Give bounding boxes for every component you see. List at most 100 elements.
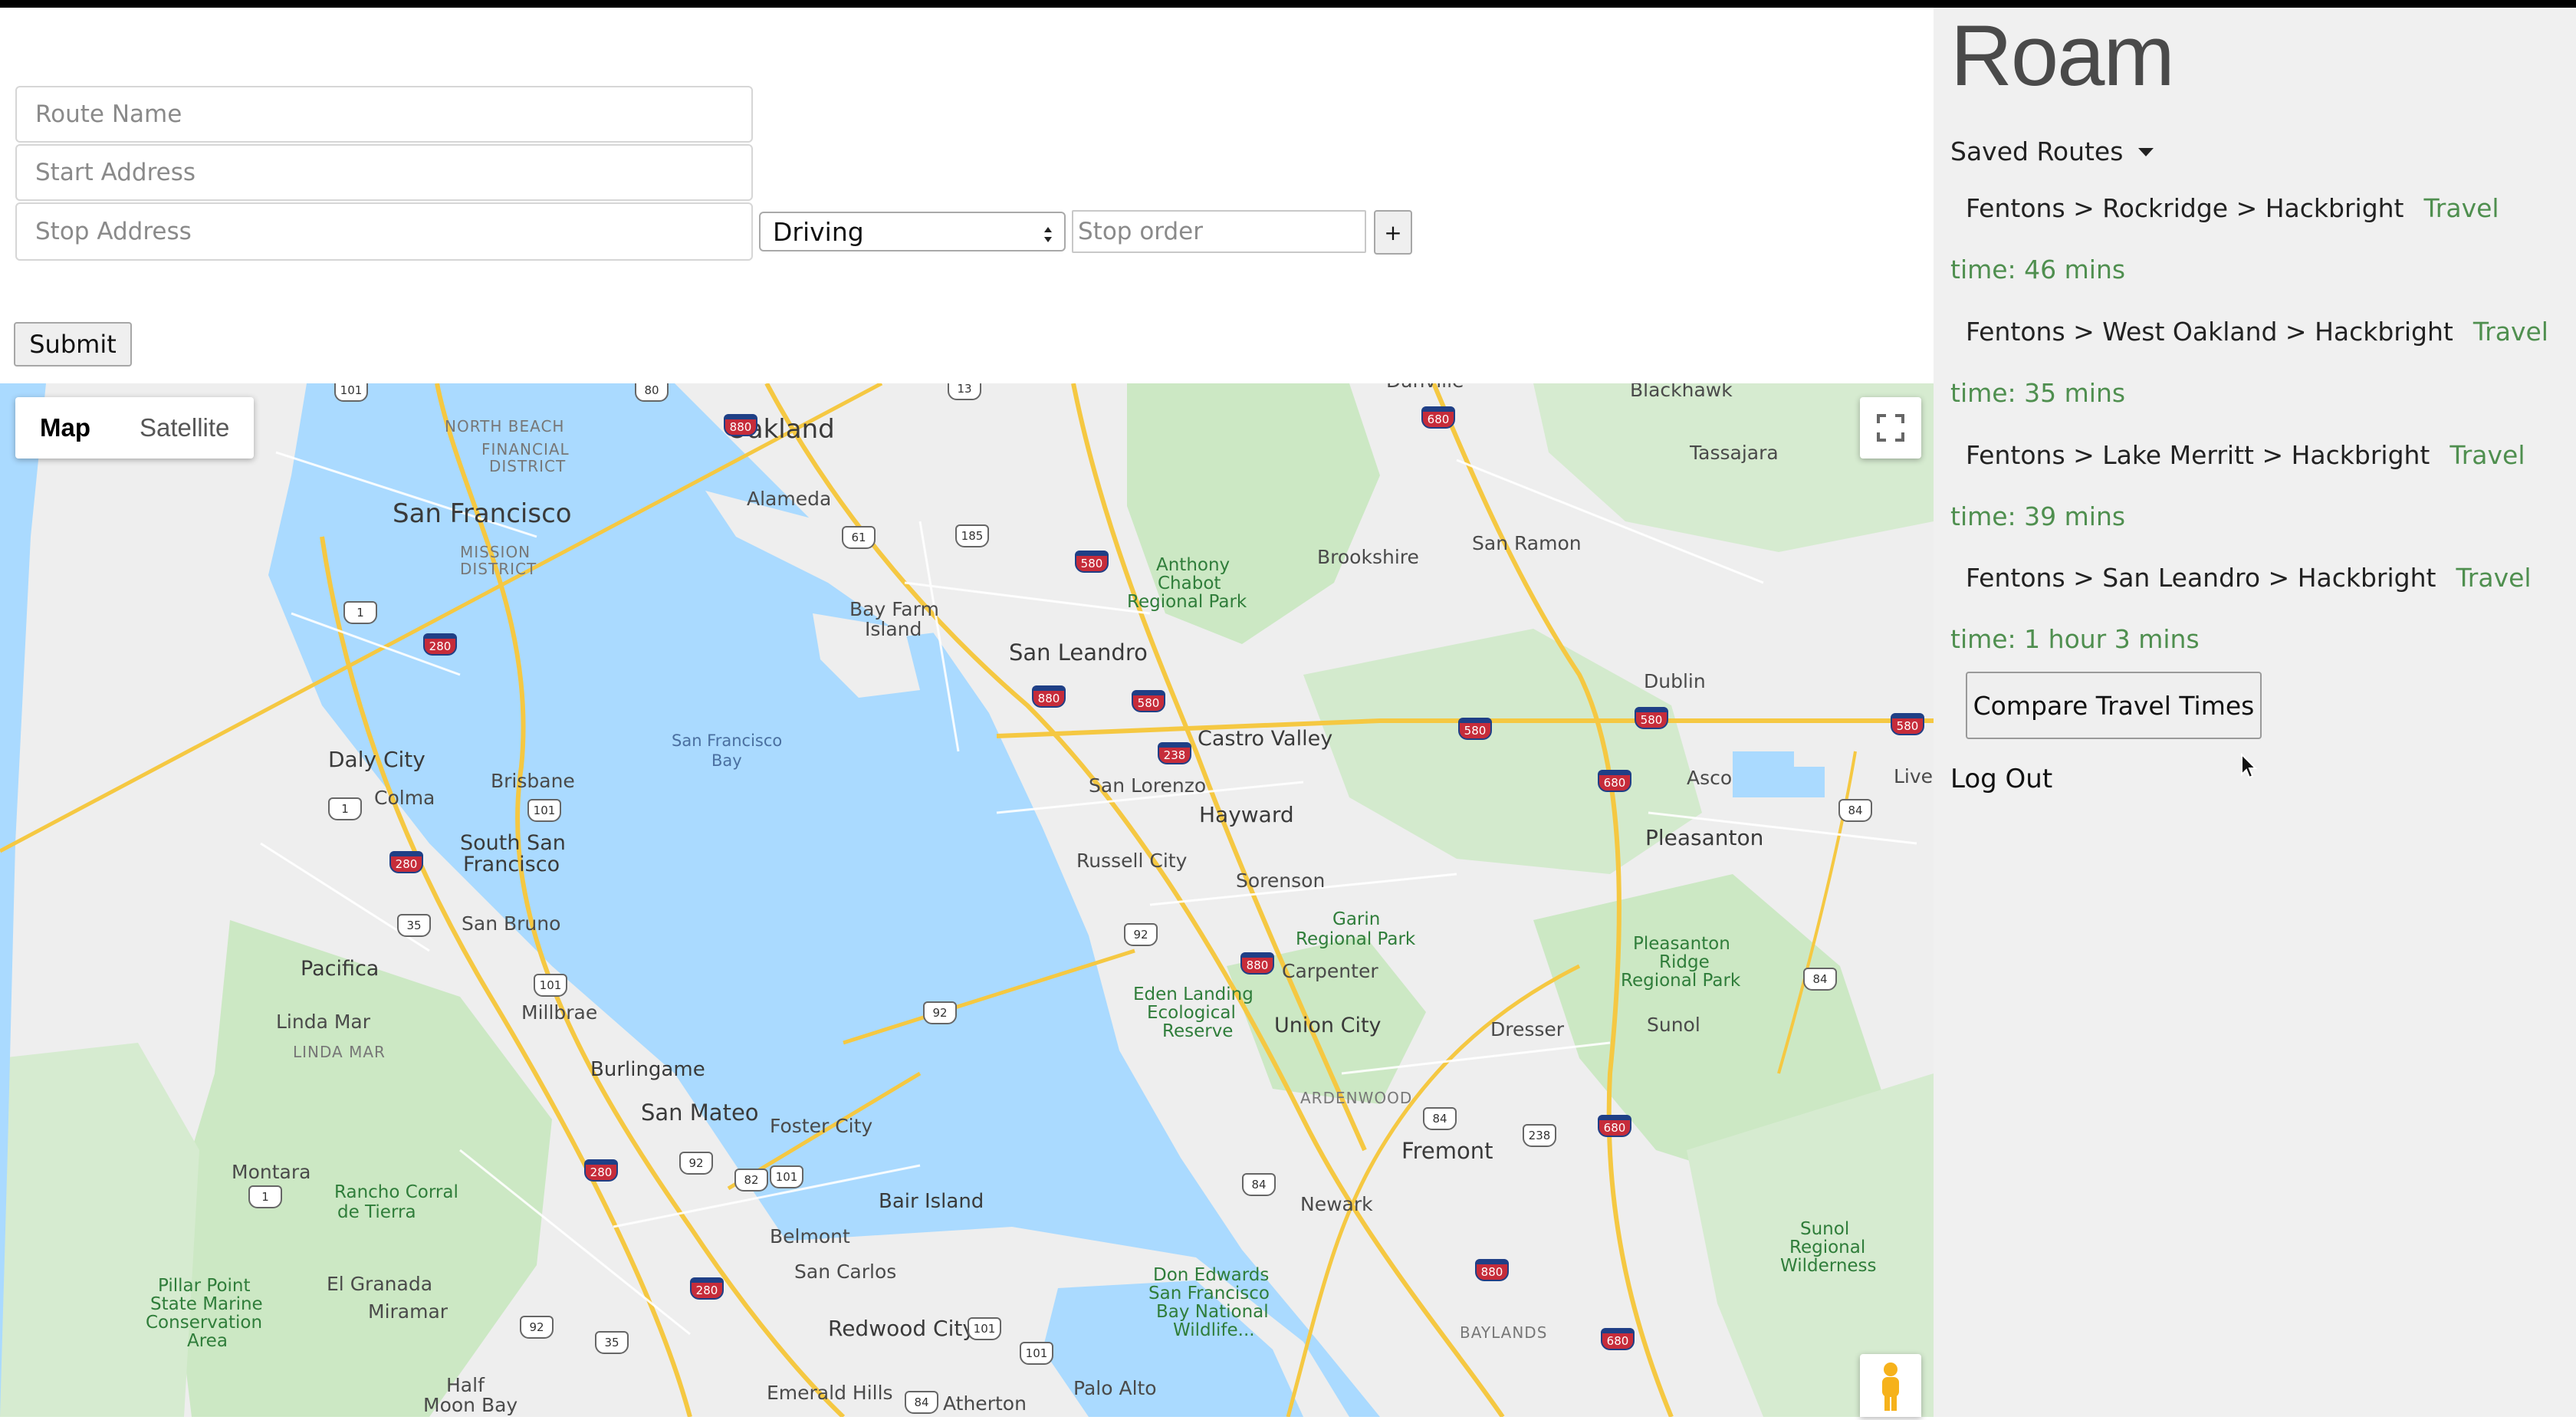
logout-link[interactable]: Log Out bbox=[1950, 764, 2052, 794]
pegman-icon bbox=[1882, 1362, 1899, 1411]
caret-down-icon bbox=[2138, 148, 2154, 156]
map-label-mission-district: DISTRICT bbox=[460, 560, 537, 578]
map-label-san-bruno: San Bruno bbox=[462, 912, 561, 935]
map-label-don-2: San Francisco bbox=[1148, 1284, 1270, 1303]
fullscreen-icon bbox=[1877, 414, 1904, 442]
map-label-eden-1: Eden Landing bbox=[1133, 984, 1254, 1004]
saved-route-item[interactable]: Fentons > San Leandro > Hackbright Travel… bbox=[1950, 547, 2564, 670]
map-label-financial: FINANCIAL bbox=[481, 440, 570, 459]
route-shield: 84 bbox=[1838, 799, 1872, 822]
map-label-sorenson: Sorenson bbox=[1236, 869, 1326, 892]
route-shield: 35 bbox=[595, 1331, 629, 1354]
saved-route-item[interactable]: Fentons > West Oakland > Hackbright Trave… bbox=[1950, 301, 2564, 424]
route-shield: 84 bbox=[1423, 1107, 1457, 1130]
saved-routes-dropdown[interactable]: Saved Routes bbox=[1950, 136, 2154, 166]
interstate-shield: 680 bbox=[1598, 1115, 1631, 1137]
route-shield: 101 bbox=[534, 974, 567, 997]
interstate-shield: 280 bbox=[690, 1277, 724, 1300]
map-label-chabot-park: Regional Park bbox=[1127, 592, 1247, 612]
stop-address-input[interactable] bbox=[15, 202, 753, 261]
map-label-foster-city: Foster City bbox=[770, 1115, 873, 1137]
route-shield: 13 bbox=[948, 383, 981, 400]
map-type-control: Map Satellite bbox=[15, 397, 255, 459]
street-view-button[interactable] bbox=[1860, 1354, 1921, 1417]
route-shield: 84 bbox=[1242, 1173, 1276, 1196]
start-address-input[interactable] bbox=[15, 144, 753, 201]
map-label-sunol-wild-3: Wilderness bbox=[1780, 1256, 1877, 1276]
route-shield: 84 bbox=[905, 1391, 938, 1414]
add-stop-button[interactable]: + bbox=[1374, 210, 1412, 255]
map-label-bay-farm: Bay Farm bbox=[849, 598, 939, 620]
route-shield: 92 bbox=[520, 1316, 554, 1339]
mouse-cursor-icon bbox=[2241, 753, 2258, 779]
map-type-map-button[interactable]: Map bbox=[15, 397, 115, 459]
map-label-don-3: Bay National bbox=[1156, 1302, 1269, 1322]
route-shield: 1 bbox=[248, 1185, 282, 1208]
route-name: Fentons > Lake Merritt > Hackbright bbox=[1966, 440, 2430, 470]
map-label-sunol: Sunol bbox=[1647, 1014, 1700, 1036]
compare-travel-times-button[interactable]: Compare Travel Times bbox=[1966, 672, 2262, 739]
map-label-millbrae: Millbrae bbox=[521, 1001, 598, 1024]
travel-mode-select[interactable]: Driving bbox=[759, 212, 1066, 251]
map-label-ardenwood: ARDENWOOD bbox=[1300, 1089, 1413, 1107]
map-label-tassajara: Tassajara bbox=[1690, 442, 1779, 464]
map-label-montara: Montara bbox=[232, 1161, 311, 1183]
map-label-pleasanton: Pleasanton bbox=[1645, 825, 1764, 850]
map-label-anthony: Anthony bbox=[1156, 555, 1230, 575]
map-label-chabot: Chabot bbox=[1158, 574, 1221, 593]
interstate-shield: 880 bbox=[724, 414, 757, 436]
map-label-pillar-4: Area bbox=[187, 1331, 228, 1351]
route-shield: 92 bbox=[1124, 923, 1158, 946]
travel-mode-value: Driving bbox=[773, 216, 864, 247]
map-label-burlingame: Burlingame bbox=[590, 1058, 705, 1081]
map-label-palo-alto: Palo Alto bbox=[1073, 1377, 1157, 1399]
map-label-district: DISTRICT bbox=[489, 457, 567, 475]
map-label-pleasanton-ridge-1: Pleasanton bbox=[1633, 934, 1730, 954]
route-shield: 101 bbox=[527, 799, 561, 822]
route-shield: 238 bbox=[1523, 1124, 1556, 1147]
map-label-livermore: Liver bbox=[1894, 765, 1934, 787]
interstate-shield: 280 bbox=[423, 633, 457, 656]
interstate-shield: 280 bbox=[584, 1159, 618, 1182]
map-label-pleasanton-ridge-2: Ridge bbox=[1659, 952, 1710, 972]
saved-route-item[interactable]: Fentons > Lake Merritt > Hackbright Trave… bbox=[1950, 425, 2564, 547]
interstate-shield: 280 bbox=[389, 851, 423, 873]
map-label-hayward: Hayward bbox=[1199, 802, 1294, 827]
interstate-shield: 580 bbox=[1635, 707, 1668, 729]
fullscreen-button[interactable] bbox=[1860, 397, 1921, 459]
route-shield: 92 bbox=[679, 1152, 713, 1175]
map-label-brisbane: Brisbane bbox=[491, 770, 575, 792]
map-label-alameda: Alameda bbox=[747, 488, 832, 510]
route-name-input[interactable] bbox=[15, 86, 753, 143]
submit-button[interactable]: Submit bbox=[14, 322, 132, 367]
interstate-shield: 580 bbox=[1458, 718, 1492, 740]
map-label-colma: Colma bbox=[374, 787, 435, 809]
map-view[interactable]: Oakland San Francisco Alameda NORTH BEAC… bbox=[0, 383, 1934, 1417]
map-label-rancho-2: de Tierra bbox=[337, 1202, 416, 1222]
map-label-san-francisco: San Francisco bbox=[393, 498, 572, 529]
saved-route-item[interactable]: Fentons > Rockridge > Hackbright Travel t… bbox=[1950, 178, 2564, 301]
map-label-miramar: Miramar bbox=[368, 1300, 449, 1323]
route-name: Fentons > West Oakland > Hackbright bbox=[1966, 317, 2453, 347]
map-label-dresser: Dresser bbox=[1490, 1018, 1565, 1040]
interstate-shield: 580 bbox=[1891, 713, 1924, 735]
route-shield: 35 bbox=[397, 914, 431, 937]
map-label-castro-valley: Castro Valley bbox=[1198, 727, 1333, 751]
map-label-bair-island: Bair Island bbox=[879, 1190, 984, 1213]
route-shield: 82 bbox=[734, 1169, 768, 1192]
map-label-belmont: Belmont bbox=[770, 1225, 850, 1247]
stop-order-input[interactable] bbox=[1072, 210, 1366, 253]
map-label-newark: Newark bbox=[1300, 1193, 1373, 1215]
map-label-baylands: BAYLANDS bbox=[1460, 1323, 1548, 1342]
map-type-satellite-button[interactable]: Satellite bbox=[115, 397, 254, 459]
map-label-san-leandro: San Leandro bbox=[1009, 639, 1148, 666]
map-label-pleasanton-ridge-3: Regional Park bbox=[1621, 971, 1741, 991]
map-label-sunol-wild-2: Regional bbox=[1789, 1238, 1866, 1257]
map-label-asco: Asco bbox=[1687, 767, 1733, 789]
map-label-sf-bay-2: Bay bbox=[711, 751, 742, 770]
route-shield: 101 bbox=[1020, 1342, 1053, 1365]
interstate-shield: 580 bbox=[1075, 551, 1109, 573]
interstate-shield: 880 bbox=[1032, 685, 1066, 708]
map-label-eden-2: Ecological bbox=[1147, 1003, 1236, 1023]
route-shield: 1 bbox=[343, 601, 377, 624]
